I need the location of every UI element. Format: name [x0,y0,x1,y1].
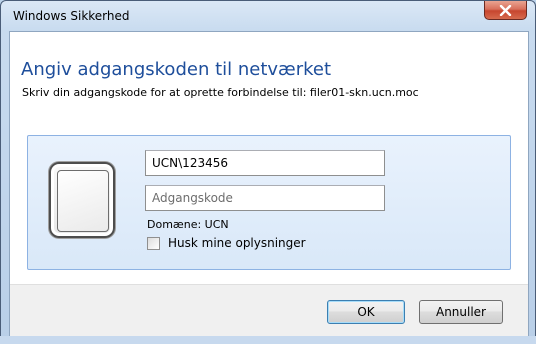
close-icon [499,5,512,16]
close-button[interactable] [484,1,527,20]
domain-label: Domæne: UCN [147,218,229,231]
cancel-button[interactable]: Annuller [419,300,503,324]
ok-button[interactable]: OK [327,300,405,324]
dialog-heading: Angiv adgangskoden til netværket [21,59,332,80]
credential-tile[interactable]: Domæne: UCN Husk mine oplysninger [27,135,511,270]
title-bar[interactable]: Windows Sikkerhed [1,1,535,31]
password-input[interactable] [145,185,385,211]
background-strip [0,336,536,344]
remember-checkbox[interactable] [147,236,160,250]
username-input[interactable] [145,150,385,176]
remember-label: Husk mine oplysninger [168,236,306,250]
user-tile-icon [49,162,115,238]
window-title: Windows Sikkerhed [13,9,130,23]
dialog-subheading: Skriv din adgangskode for at oprette for… [22,86,419,99]
dialog-footer: OK Annuller [10,284,528,337]
dialog-client-area: Angiv adgangskoden til netværket Skriv d… [9,31,529,337]
security-dialog: Windows Sikkerhed Angiv adgangskoden til… [0,0,536,344]
user-tile-frame [57,170,109,232]
remember-credentials-option[interactable]: Husk mine oplysninger [147,235,306,251]
